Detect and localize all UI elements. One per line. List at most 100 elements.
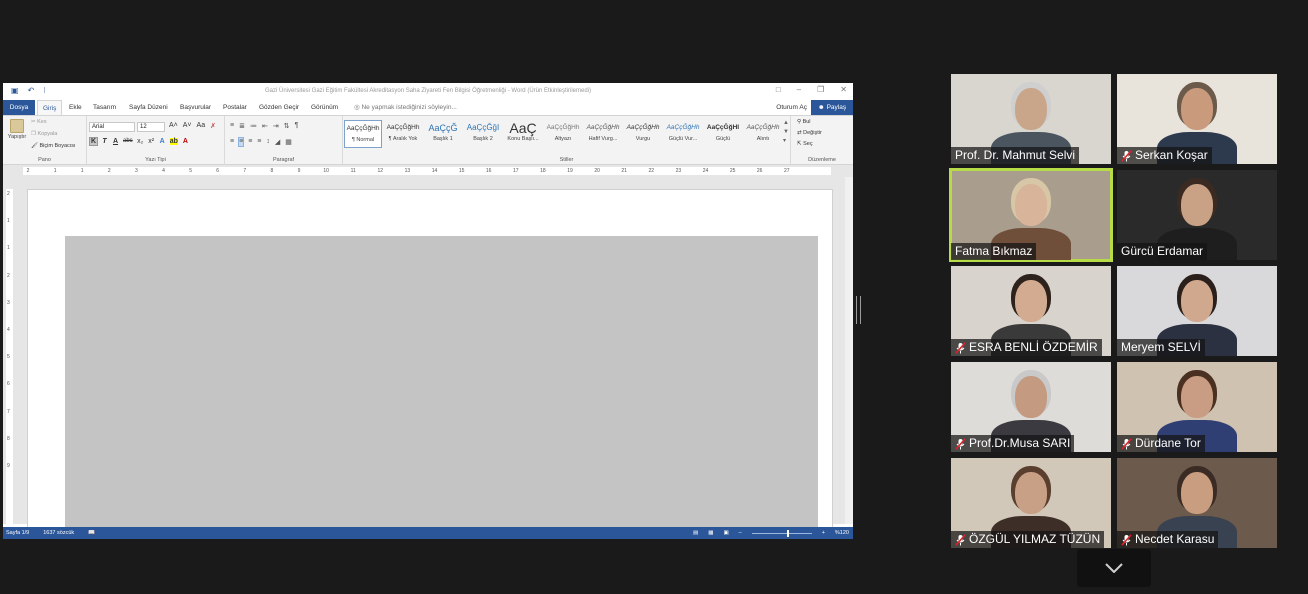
- strikethrough-icon[interactable]: abc: [123, 138, 133, 145]
- participant-tile[interactable]: Dürdane Tor: [1117, 362, 1277, 452]
- style-intense-emphasis[interactable]: AaÇçĞğHh Güçlü Vur...: [664, 120, 702, 148]
- proofing-icon[interactable]: 📖: [88, 527, 95, 539]
- print-layout-icon[interactable]: ▦: [708, 527, 713, 539]
- vertical-scrollbar[interactable]: [845, 177, 853, 524]
- replace-button[interactable]: ⇄ Değiştir: [797, 130, 822, 136]
- pilcrow-icon[interactable]: ¶: [295, 122, 299, 130]
- tab-home[interactable]: Giriş: [37, 100, 63, 115]
- participant-tile[interactable]: Prof. Dr. Mahmut Selvi: [951, 74, 1111, 164]
- tab-file[interactable]: Dosya: [3, 100, 35, 115]
- line-spacing-icon[interactable]: ↕: [266, 138, 270, 146]
- style-normal[interactable]: AaÇçĞğHh ¶ Normal: [344, 120, 382, 148]
- align-left-icon[interactable]: ≡: [230, 138, 234, 146]
- participant-tile[interactable]: Meryem SELVİ: [1117, 266, 1277, 356]
- participant-tile[interactable]: ÖZGÜL YILMAZ TÜZÜN: [951, 458, 1111, 548]
- participant-video-face: [1181, 280, 1213, 322]
- style-title[interactable]: AaÇ Konu Başlı...: [504, 120, 542, 148]
- participant-tile[interactable]: Fatma Bıkmaz: [949, 168, 1113, 262]
- superscript-icon[interactable]: x²: [148, 138, 155, 145]
- multilevel-list-icon[interactable]: ≔: [250, 122, 257, 130]
- tab-design[interactable]: Tasarım: [88, 100, 121, 115]
- document-page[interactable]: [27, 189, 833, 536]
- style-no-spacing[interactable]: AaÇçĞğHh ¶ Aralık Yok: [384, 120, 422, 148]
- clear-format-icon[interactable]: ✗: [210, 122, 216, 130]
- styles-scroll[interactable]: ▲ ▼ ▾: [783, 119, 789, 146]
- decrease-indent-icon[interactable]: ⇤: [262, 122, 268, 130]
- justify-icon[interactable]: ≡: [257, 138, 261, 146]
- bold-icon[interactable]: K: [89, 137, 98, 146]
- participant-tile[interactable]: Prof.Dr.Musa SARI: [951, 362, 1111, 452]
- tab-layout[interactable]: Sayfa Düzeni: [124, 100, 173, 115]
- vertical-ruler-tick-label: 3: [7, 299, 10, 306]
- grow-font-icon[interactable]: A˄: [169, 122, 178, 130]
- align-center-icon[interactable]: ≡: [238, 137, 245, 147]
- participant-video-face: [1181, 472, 1213, 514]
- panel-resize-handle[interactable]: [856, 296, 861, 324]
- underline-icon[interactable]: A: [112, 138, 119, 145]
- page-indicator[interactable]: Sayfa 1/9: [6, 527, 29, 539]
- tab-view[interactable]: Görünüm: [306, 100, 343, 115]
- tab-insert[interactable]: Ekle: [64, 100, 87, 115]
- share-button[interactable]: ☻ Paylaş: [811, 100, 853, 115]
- zoom-in-icon[interactable]: +: [822, 527, 825, 539]
- zoom-meeting-screen: { "word": { "window_title": "Gazi Üniver…: [0, 0, 1308, 594]
- ruler-tick-label: 10: [323, 168, 329, 174]
- numbering-icon[interactable]: ≣: [239, 122, 245, 130]
- sort-icon[interactable]: ⇅: [284, 122, 290, 130]
- font-size-box[interactable]: 12: [137, 122, 165, 132]
- zoom-slider[interactable]: [751, 529, 812, 537]
- tab-references[interactable]: Başvurular: [175, 100, 216, 115]
- borders-icon[interactable]: ▦: [285, 138, 292, 146]
- style-heading-1[interactable]: AaÇçĞ Başlık 1: [424, 120, 462, 148]
- zoom-slider-knob[interactable]: [786, 529, 789, 537]
- participant-tile[interactable]: Gürcü Erdamar: [1117, 170, 1277, 260]
- font-color-icon[interactable]: A: [182, 138, 189, 145]
- bullets-icon[interactable]: ≡: [230, 122, 234, 130]
- ruler-tick-label: 4: [162, 168, 165, 174]
- ribbon-display-icon[interactable]: □: [776, 85, 781, 94]
- word-count[interactable]: 1637 sözcük: [43, 527, 74, 539]
- close-button[interactable]: ✕: [840, 85, 847, 94]
- shrink-font-icon[interactable]: A˅: [183, 122, 192, 130]
- paste-button[interactable]: Yapıştır: [6, 119, 28, 143]
- subscript-icon[interactable]: x₂: [137, 138, 144, 145]
- format-painter-button[interactable]: 🖌 Biçim Boyacısı: [31, 143, 76, 149]
- select-button[interactable]: ⇱ Seç: [797, 141, 813, 147]
- vertical-ruler-tick-label: 4: [7, 327, 10, 333]
- cut-button[interactable]: ✂ Kes: [31, 119, 47, 125]
- collapse-gallery-button[interactable]: [1077, 549, 1151, 587]
- read-mode-icon[interactable]: ▤: [693, 527, 698, 539]
- style-emphasis[interactable]: AaÇçĞğHh Vurgu: [624, 120, 662, 148]
- status-right: ▤ ▦ ▣ – + %120: [693, 527, 849, 539]
- style-subtle-emphasis[interactable]: AaÇçĞğHh Hafif Vurg...: [584, 120, 622, 148]
- zoom-level[interactable]: %120: [835, 527, 849, 539]
- style-quote[interactable]: AaÇçĞğHh Alıntı: [744, 120, 782, 148]
- web-layout-icon[interactable]: ▣: [723, 527, 728, 539]
- participant-tile[interactable]: ESRA BENLİ ÖZDEMİR: [951, 266, 1111, 356]
- font-group: Arial 12 A˄ A˅ Aa ✗ K T A abc x₂ x² A ab…: [87, 116, 225, 165]
- minimize-button[interactable]: –: [797, 85, 801, 94]
- participant-nameplate: Prof. Dr. Mahmut Selvi: [951, 147, 1080, 164]
- tab-mailings[interactable]: Postalar: [218, 100, 252, 115]
- change-case-icon[interactable]: Aa: [197, 122, 206, 130]
- participant-tile[interactable]: Serkan Koşar: [1117, 74, 1277, 164]
- sign-in-link[interactable]: Oturum Aç: [776, 100, 807, 115]
- ribbon-tabs: Dosya Giriş Ekle Tasarım Sayfa Düzeni Ba…: [3, 100, 853, 115]
- tab-review[interactable]: Gözden Geçir: [254, 100, 304, 115]
- find-button[interactable]: ⚲ Bul: [797, 119, 811, 125]
- zoom-out-icon[interactable]: –: [739, 527, 742, 539]
- text-effects-icon[interactable]: A: [159, 138, 166, 145]
- style-subtitle[interactable]: AaÇçĞğHh Altyazı: [544, 120, 582, 148]
- maximize-button[interactable]: ❐: [817, 85, 824, 94]
- highlight-icon[interactable]: ab: [169, 138, 178, 145]
- copy-button[interactable]: ❐ Kopyala: [31, 131, 57, 137]
- shading-icon[interactable]: ◢: [275, 138, 280, 146]
- font-name-box[interactable]: Arial: [89, 122, 135, 132]
- style-heading-2[interactable]: AaÇçĞğI Başlık 2: [464, 120, 502, 148]
- participant-tile[interactable]: Necdet Karasu: [1117, 458, 1277, 548]
- tell-me-box[interactable]: ◎ Ne yapmak istediğinizi söyleyin...: [349, 100, 462, 115]
- align-right-icon[interactable]: ≡: [248, 138, 252, 146]
- italic-icon[interactable]: T: [101, 138, 108, 145]
- style-strong[interactable]: AaÇçĞğHI Güçlü: [704, 120, 742, 148]
- increase-indent-icon[interactable]: ⇥: [273, 122, 279, 130]
